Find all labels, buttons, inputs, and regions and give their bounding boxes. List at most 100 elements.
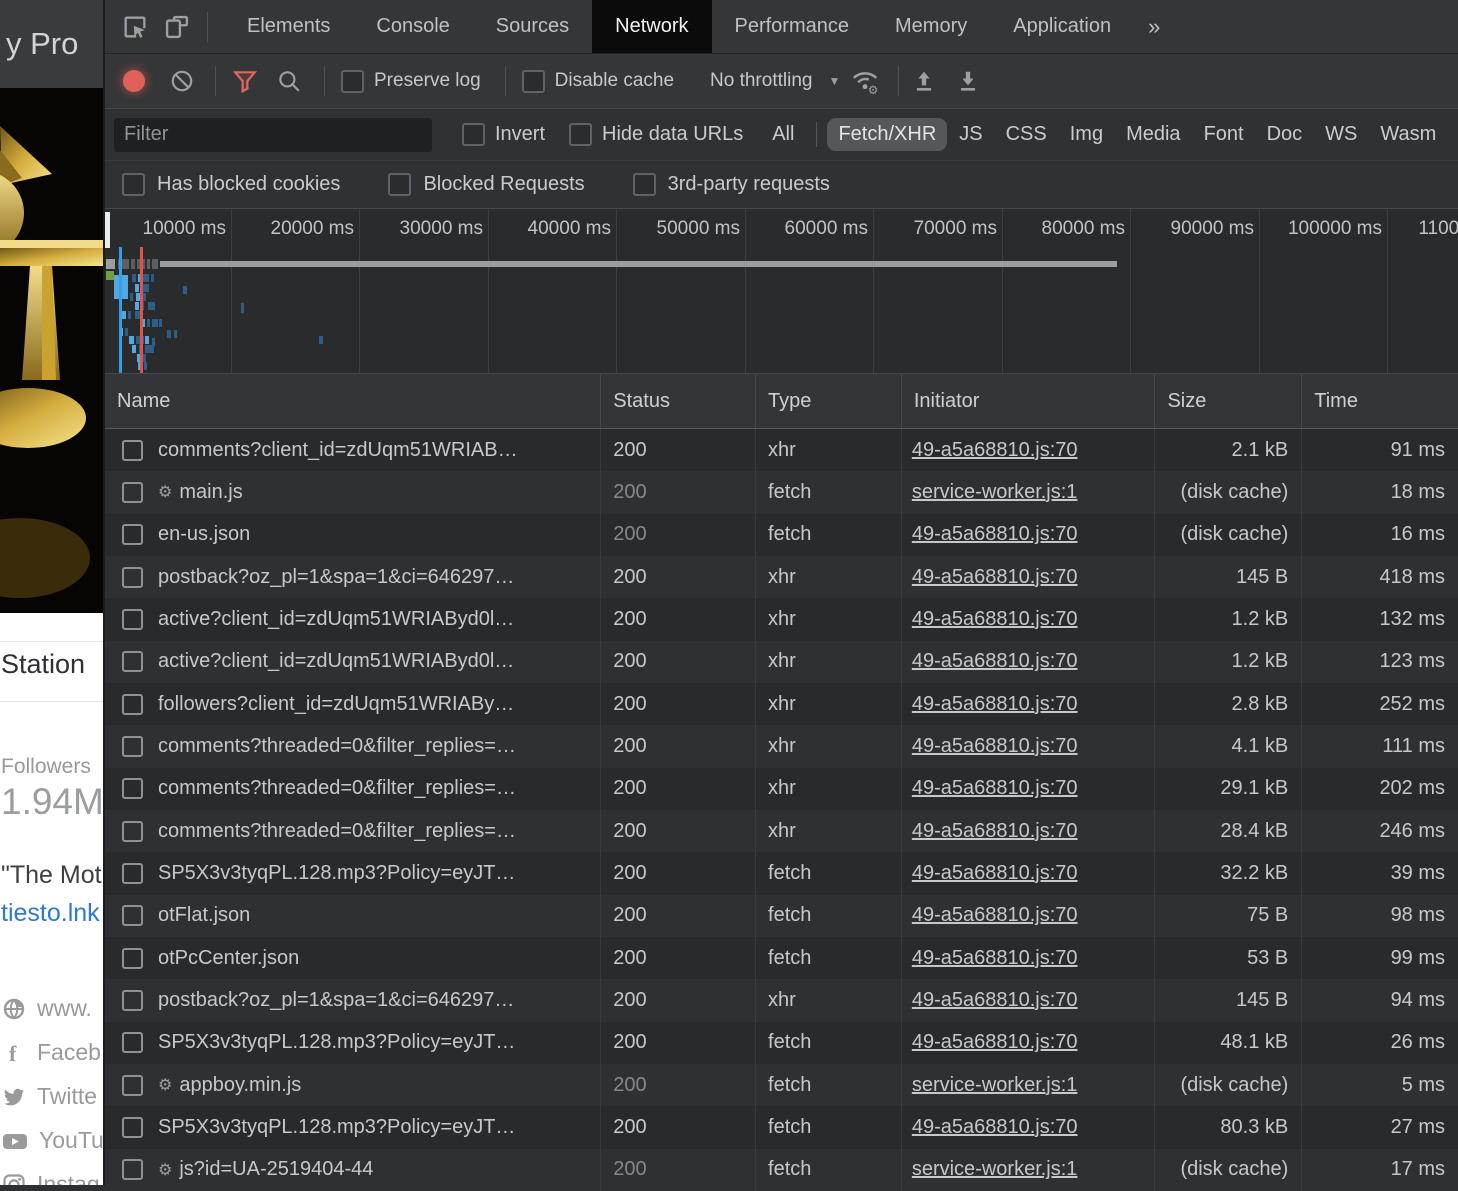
resource-type-chip[interactable]: JS bbox=[948, 118, 993, 151]
row-checkbox[interactable] bbox=[122, 1032, 143, 1053]
table-row[interactable]: ⚙ SP5X3v3tyqPL.128.mp3?Policy=eyJT… 200 … bbox=[105, 852, 1458, 894]
table-row[interactable]: ⚙ active?client_id=zdUqm51WRIAByd0l… 200… bbox=[105, 641, 1458, 683]
row-checkbox[interactable] bbox=[122, 863, 143, 884]
resource-type-chip[interactable]: Wasm bbox=[1369, 118, 1447, 151]
track-link[interactable]: tiesto.lnk bbox=[1, 899, 100, 928]
table-row[interactable]: ⚙ comments?client_id=zdUqm51WRIAB… 200 x… bbox=[105, 429, 1458, 471]
resource-type-chip[interactable]: CSS bbox=[995, 118, 1058, 151]
export-har-icon[interactable] bbox=[953, 66, 983, 96]
row-checkbox[interactable] bbox=[122, 694, 143, 715]
social-link-youtube[interactable]: YouTu bbox=[2, 1127, 103, 1154]
row-checkbox[interactable] bbox=[122, 1159, 143, 1180]
row-checkbox[interactable] bbox=[122, 736, 143, 757]
initiator-link[interactable]: 49-a5a68810.js:70 bbox=[912, 523, 1078, 546]
table-row[interactable]: ⚙ en-us.json 200 fetch 49-a5a68810.js:70… bbox=[105, 514, 1458, 556]
initiator-link[interactable]: 49-a5a68810.js:70 bbox=[912, 1116, 1078, 1139]
has-blocked-cookies-checkbox[interactable] bbox=[122, 173, 145, 196]
search-icon[interactable] bbox=[274, 66, 304, 96]
row-checkbox[interactable] bbox=[122, 1117, 143, 1138]
devtools-tab[interactable]: Performance bbox=[712, 0, 873, 53]
devtools-tab[interactable]: Elements bbox=[224, 0, 353, 53]
table-row[interactable]: ⚙ postback?oz_pl=1&spa=1&ci=646297… 200 … bbox=[105, 556, 1458, 598]
row-checkbox[interactable] bbox=[122, 482, 143, 503]
table-row[interactable]: ⚙ main.js 200 fetch service-worker.js:1 … bbox=[105, 471, 1458, 513]
devtools-tab[interactable]: Application bbox=[990, 0, 1134, 53]
initiator-link[interactable]: 49-a5a68810.js:70 bbox=[912, 650, 1078, 673]
more-tabs-icon[interactable]: » bbox=[1134, 0, 1174, 53]
station-button[interactable]: Station bbox=[1, 649, 85, 680]
initiator-link[interactable]: 49-a5a68810.js:70 bbox=[912, 947, 1078, 970]
initiator-link[interactable]: 49-a5a68810.js:70 bbox=[912, 862, 1078, 885]
record-button[interactable] bbox=[123, 70, 145, 92]
resource-type-chip[interactable]: Doc bbox=[1256, 118, 1314, 151]
table-row[interactable]: ⚙ comments?threaded=0&filter_replies=… 2… bbox=[105, 725, 1458, 767]
initiator-link[interactable]: 49-a5a68810.js:70 bbox=[912, 608, 1078, 631]
social-link-website[interactable]: www. bbox=[2, 995, 103, 1022]
initiator-link[interactable]: 49-a5a68810.js:70 bbox=[912, 1031, 1078, 1054]
inspect-element-icon[interactable] bbox=[121, 13, 149, 41]
device-toolbar-icon[interactable] bbox=[163, 13, 191, 41]
third-party-requests-checkbox[interactable] bbox=[633, 173, 656, 196]
row-checkbox[interactable] bbox=[122, 567, 143, 588]
resource-type-chip[interactable]: All bbox=[761, 118, 805, 151]
initiator-link[interactable]: service-worker.js:1 bbox=[912, 481, 1078, 504]
initiator-link[interactable]: 49-a5a68810.js:70 bbox=[912, 735, 1078, 758]
clear-button[interactable] bbox=[167, 66, 197, 96]
table-row[interactable]: ⚙ appboy.min.js 200 fetch service-worker… bbox=[105, 1064, 1458, 1106]
import-har-icon[interactable] bbox=[909, 66, 939, 96]
table-row[interactable]: ⚙ comments?threaded=0&filter_replies=… 2… bbox=[105, 768, 1458, 810]
row-checkbox[interactable] bbox=[122, 821, 143, 842]
row-checkbox[interactable] bbox=[122, 990, 143, 1011]
column-header-status[interactable]: Status bbox=[601, 374, 756, 428]
devtools-tab[interactable]: Console bbox=[353, 0, 472, 53]
initiator-link[interactable]: 49-a5a68810.js:70 bbox=[912, 904, 1078, 927]
table-row[interactable]: ⚙ otFlat.json 200 fetch 49-a5a68810.js:7… bbox=[105, 895, 1458, 937]
table-row[interactable]: ⚙ active?client_id=zdUqm51WRIAByd0l… 200… bbox=[105, 598, 1458, 640]
row-checkbox[interactable] bbox=[122, 609, 143, 630]
filter-input[interactable] bbox=[114, 118, 432, 152]
row-checkbox[interactable] bbox=[122, 651, 143, 672]
initiator-link[interactable]: 49-a5a68810.js:70 bbox=[912, 693, 1078, 716]
social-link-facebook[interactable]: f Faceb bbox=[2, 1039, 103, 1066]
row-checkbox[interactable] bbox=[122, 524, 143, 545]
initiator-link[interactable]: 49-a5a68810.js:70 bbox=[912, 439, 1078, 462]
network-overview-timeline[interactable]: 10000 ms20000 ms30000 ms40000 ms50000 ms… bbox=[105, 209, 1458, 374]
row-checkbox[interactable] bbox=[122, 1075, 143, 1096]
column-header-initiator[interactable]: Initiator bbox=[902, 374, 1156, 428]
initiator-link[interactable]: 49-a5a68810.js:70 bbox=[912, 566, 1078, 589]
invert-checkbox[interactable] bbox=[462, 123, 485, 146]
column-header-time[interactable]: Time bbox=[1302, 374, 1458, 428]
column-header-size[interactable]: Size bbox=[1155, 374, 1302, 428]
resource-type-chip[interactable]: Font bbox=[1193, 118, 1255, 151]
initiator-link[interactable]: 49-a5a68810.js:70 bbox=[912, 777, 1078, 800]
resource-type-chip[interactable]: Fetch/XHR bbox=[827, 118, 947, 151]
throttling-select[interactable]: No throttling ▼ bbox=[710, 70, 840, 92]
column-header-type[interactable]: Type bbox=[756, 374, 902, 428]
devtools-tab[interactable]: Sources bbox=[473, 0, 592, 53]
hide-data-urls-checkbox[interactable] bbox=[569, 123, 592, 146]
row-checkbox[interactable] bbox=[122, 440, 143, 461]
column-header-name[interactable]: Name bbox=[105, 374, 601, 428]
filter-funnel-icon[interactable] bbox=[230, 66, 260, 96]
social-link-twitter[interactable]: Twitte bbox=[2, 1083, 103, 1110]
initiator-link[interactable]: 49-a5a68810.js:70 bbox=[912, 820, 1078, 843]
table-row[interactable]: ⚙ followers?client_id=zdUqm51WRIABy… 200… bbox=[105, 683, 1458, 725]
table-row[interactable]: ⚙ postback?oz_pl=1&spa=1&ci=646297… 200 … bbox=[105, 979, 1458, 1021]
row-checkbox[interactable] bbox=[122, 948, 143, 969]
devtools-tab[interactable]: Memory bbox=[872, 0, 990, 53]
blocked-requests-checkbox[interactable] bbox=[388, 173, 411, 196]
table-row[interactable]: ⚙ SP5X3v3tyqPL.128.mp3?Policy=eyJT… 200 … bbox=[105, 1106, 1458, 1148]
row-checkbox[interactable] bbox=[122, 905, 143, 926]
resource-type-chip[interactable]: Img bbox=[1059, 118, 1114, 151]
resource-type-chip[interactable]: WS bbox=[1314, 118, 1368, 151]
resource-type-chip[interactable]: Media bbox=[1115, 118, 1191, 151]
table-row[interactable]: ⚙ otPcCenter.json 200 fetch 49-a5a68810.… bbox=[105, 937, 1458, 979]
table-row[interactable]: ⚙ comments?threaded=0&filter_replies=… 2… bbox=[105, 810, 1458, 852]
disable-cache-checkbox[interactable] bbox=[522, 70, 545, 93]
preserve-log-checkbox[interactable] bbox=[341, 70, 364, 93]
table-row[interactable]: ⚙ SP5X3v3tyqPL.128.mp3?Policy=eyJT… 200 … bbox=[105, 1022, 1458, 1064]
initiator-link[interactable]: service-worker.js:1 bbox=[912, 1074, 1078, 1097]
devtools-tab[interactable]: Network bbox=[592, 0, 711, 53]
initiator-link[interactable]: 49-a5a68810.js:70 bbox=[912, 989, 1078, 1012]
initiator-link[interactable]: service-worker.js:1 bbox=[912, 1158, 1078, 1181]
